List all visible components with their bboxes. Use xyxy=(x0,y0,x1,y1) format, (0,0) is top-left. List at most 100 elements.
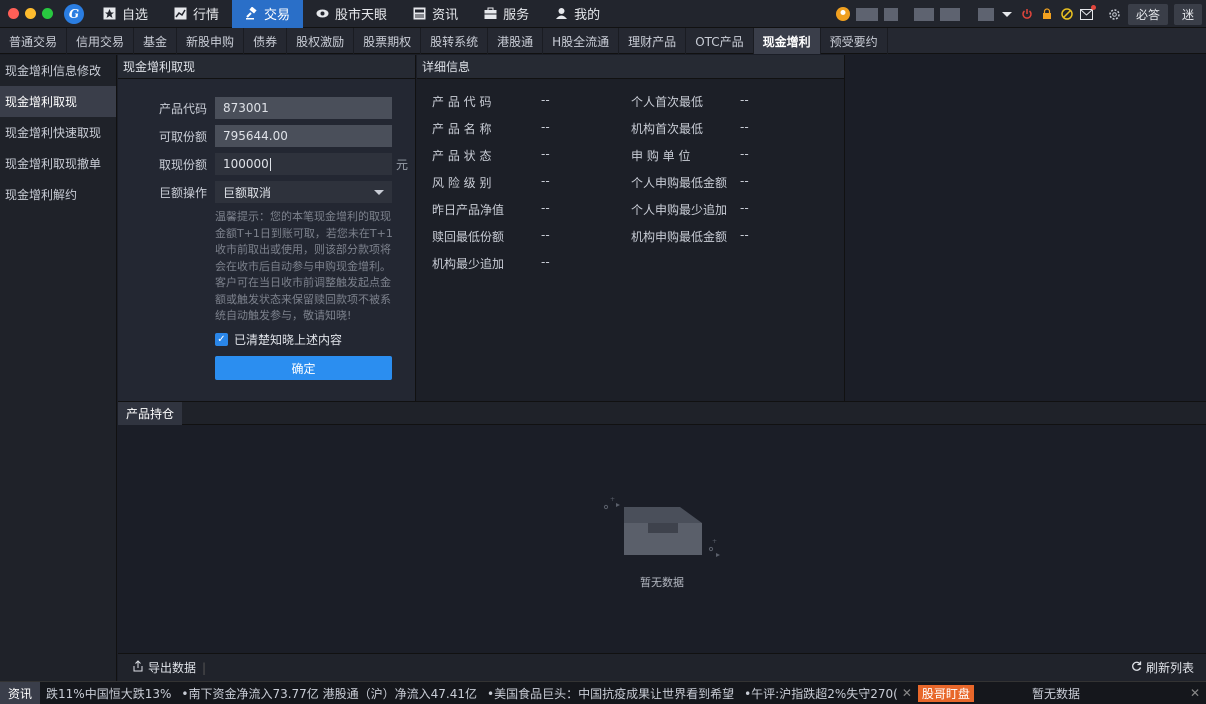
detail-row: 赎回最低份额 -- xyxy=(432,228,550,255)
maximize-window-button[interactable] xyxy=(42,8,53,19)
sidebar: 现金增利信息修改 现金增利取现 现金增利快速取现 现金增利取现撤单 现金增利解约 xyxy=(0,55,117,681)
tab-product-holdings[interactable]: 产品持仓 xyxy=(118,402,182,425)
tab-cash-plus[interactable]: 现金增利 xyxy=(753,28,821,54)
sidebar-item-withdraw-cancel[interactable]: 现金增利取现撤单 xyxy=(0,148,116,179)
mini-button[interactable]: 迷 xyxy=(1173,3,1202,25)
gavel-icon xyxy=(245,6,258,20)
sidebar-item-withdraw[interactable]: 现金增利取现 xyxy=(0,86,116,117)
tab-hk-connect[interactable]: 港股通 xyxy=(488,28,544,54)
export-label: 导出数据 xyxy=(148,661,197,675)
power-icon[interactable] xyxy=(1020,7,1034,21)
detail-row: 个人申购最少追加 -- xyxy=(631,201,749,228)
nav-item-quotes[interactable]: 行情 xyxy=(161,0,232,28)
detail-label: 机构申购最低金额 xyxy=(631,230,728,244)
sidebar-item-quick-withdraw[interactable]: 现金增利快速取现 xyxy=(0,117,116,148)
minimize-window-button[interactable] xyxy=(25,8,36,19)
ticker-item[interactable]: 跌11%中国恒大跌13% xyxy=(46,685,171,702)
detail-label: 机构最少追加 xyxy=(432,257,505,271)
warm-tip-text: 温馨提示：您的本笔现金增利的取现金额T+1日到账可取，若您未在T+1收市前取出或… xyxy=(215,210,393,322)
ticker-item[interactable]: •南下资金净流入73.77亿 港股通（沪）净流入47.41亿 xyxy=(181,685,477,702)
refresh-icon xyxy=(1131,661,1142,675)
detail-label: 个人首次最低 xyxy=(631,95,704,109)
detail-value: -- xyxy=(740,174,749,188)
detail-label: 产 品 名 称 xyxy=(432,122,492,136)
withdraw-shares-input[interactable]: 100000 xyxy=(215,153,392,175)
tab-h-share[interactable]: H股全流通 xyxy=(543,28,620,54)
sidebar-item-info-modify[interactable]: 现金增利信息修改 xyxy=(0,55,116,86)
detail-value: -- xyxy=(740,93,749,107)
no-entry-icon[interactable] xyxy=(1060,7,1074,21)
sidebar-item-terminate[interactable]: 现金增利解约 xyxy=(0,179,116,210)
trade-tab-bar: 普通交易 信用交易 基金 新股申购 债券 股权激励 股票期权 股转系统 港股通 … xyxy=(0,28,1206,54)
close-icon[interactable]: ✕ xyxy=(902,686,912,700)
available-shares-field: 795644.00 xyxy=(215,125,392,147)
close-window-button[interactable] xyxy=(8,8,19,19)
redacted-block xyxy=(855,7,878,21)
ticker-item[interactable]: •午评:沪指跌超2%失守270( xyxy=(744,685,898,702)
detail-label: 个人申购最低金额 xyxy=(631,176,728,190)
tab-neeq[interactable]: 股转系统 xyxy=(421,28,489,54)
tab-ipo[interactable]: 新股申购 xyxy=(177,28,245,54)
detail-row: 产 品 名 称 -- xyxy=(432,120,550,147)
detail-row: 个人申购最低金额 -- xyxy=(631,174,749,201)
detail-value: -- xyxy=(740,120,749,134)
svg-text:+: + xyxy=(712,538,717,545)
large-operation-select[interactable]: 巨额取消 xyxy=(215,181,392,203)
detail-row: 机构首次最低 -- xyxy=(631,120,749,147)
nav-item-mine[interactable]: 我的 xyxy=(542,0,613,28)
acknowledge-checkbox-row[interactable]: ✓ 已清楚知晓上述内容 xyxy=(215,331,342,348)
mail-icon[interactable] xyxy=(1080,5,1096,21)
nav-item-news[interactable]: 资讯 xyxy=(400,0,471,28)
close-icon[interactable]: ✕ xyxy=(1190,686,1200,700)
tab-tender-offer[interactable]: 预受要约 xyxy=(821,28,888,54)
ticker-label[interactable]: 资讯 xyxy=(0,682,41,704)
detail-value: -- xyxy=(541,120,550,134)
nav-label: 交易 xyxy=(264,8,291,23)
top-bar: G 自选 行情 交易 股市天眼 资讯 服务 我的 必答 迷 xyxy=(0,0,1206,28)
settings-icon[interactable] xyxy=(1108,7,1122,21)
nav-item-services[interactable]: 服务 xyxy=(471,0,542,28)
detail-value: -- xyxy=(541,255,550,269)
detail-value: -- xyxy=(541,93,550,107)
lock-icon[interactable] xyxy=(1040,7,1054,21)
ask-button[interactable]: 必答 xyxy=(1127,3,1168,25)
confirm-button[interactable]: 确定 xyxy=(215,356,392,380)
tab-fund[interactable]: 基金 xyxy=(134,28,178,54)
withdraw-shares-label: 取现份额 xyxy=(158,157,207,172)
tab-credit-trade[interactable]: 信用交易 xyxy=(67,28,135,54)
withdraw-form-panel: 现金增利取现 产品代码 873001 可取份额 795644.00 取现份额 1… xyxy=(118,55,416,401)
chevron-down-icon xyxy=(374,189,384,195)
nav-item-watchlist[interactable]: 自选 xyxy=(90,0,161,28)
detail-label: 昨日产品净值 xyxy=(432,203,505,217)
tab-wealth[interactable]: 理财产品 xyxy=(619,28,687,54)
nav-item-trade[interactable]: 交易 xyxy=(232,0,304,28)
detail-label: 赎回最低份额 xyxy=(432,230,505,244)
refresh-label: 刷新列表 xyxy=(1145,661,1194,675)
ticker-item[interactable]: •美国食品巨头：中国抗疫成果让世界看到希望 xyxy=(487,685,734,702)
app-logo: G xyxy=(64,3,84,24)
holdings-tab-bar: 产品持仓 xyxy=(118,401,1206,425)
redacted-block xyxy=(939,7,960,21)
eye-icon xyxy=(316,7,329,20)
stock-watch-badge[interactable]: 股哥盯盘 xyxy=(917,684,974,702)
tab-bond[interactable]: 债券 xyxy=(244,28,288,54)
detail-value: -- xyxy=(740,147,749,161)
tab-otc[interactable]: OTC产品 xyxy=(686,28,754,54)
tab-stock-options[interactable]: 股票期权 xyxy=(354,28,422,54)
dropdown-icon[interactable] xyxy=(1000,7,1014,21)
tab-equity-incentive[interactable]: 股权激励 xyxy=(287,28,355,54)
tab-normal-trade[interactable]: 普通交易 xyxy=(0,28,68,54)
checkbox-checked-icon[interactable]: ✓ xyxy=(215,333,228,346)
detail-row: 机构最少追加 -- xyxy=(432,255,550,282)
detail-value: -- xyxy=(740,201,749,215)
detail-panel: 详细信息 产 品 代 码 -- 产 品 名 称 -- 产 品 状 态 -- 风 险 级… xyxy=(417,55,845,401)
product-code-input[interactable]: 873001 xyxy=(215,97,392,119)
chart-icon xyxy=(174,7,187,20)
detail-label: 风 险 级 别 xyxy=(432,176,492,190)
avatar-icon[interactable] xyxy=(835,7,850,21)
star-icon xyxy=(103,7,116,20)
nav-item-market-eye[interactable]: 股市天眼 xyxy=(303,0,400,28)
refresh-button[interactable]: 刷新列表 xyxy=(1131,659,1194,676)
export-button[interactable]: 导出数据 | xyxy=(132,659,206,676)
large-operation-row: 巨额操作 巨额取消 xyxy=(118,181,416,203)
